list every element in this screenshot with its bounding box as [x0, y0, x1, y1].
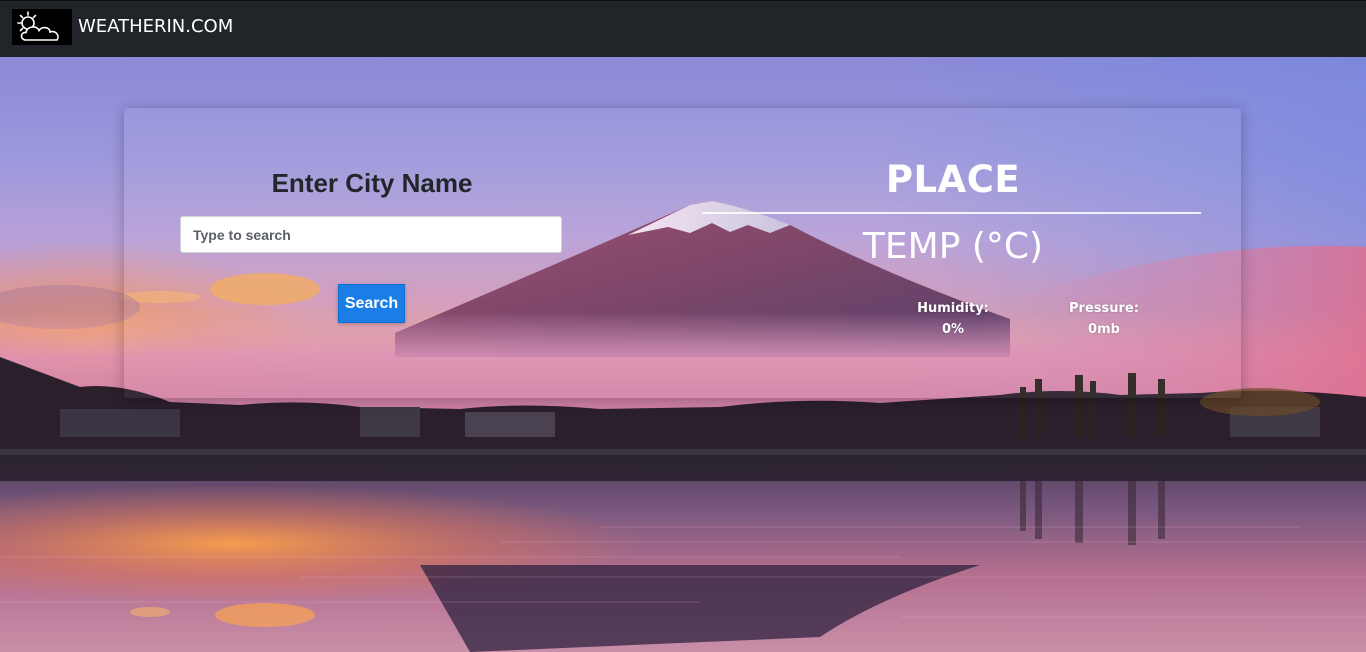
humidity-stat: Humidity: 0%	[898, 298, 1008, 340]
navbar: WEATHERIN.COM	[0, 0, 1366, 57]
weather-card: Enter City Name Search PLACE TEMP (°C) H…	[124, 108, 1241, 398]
pressure-value: 0mb	[1088, 322, 1120, 337]
search-heading: Enter City Name	[271, 168, 473, 198]
temperature-display: TEMP (°C)	[862, 226, 1044, 267]
search-button[interactable]: Search	[338, 284, 405, 323]
humidity-label: Humidity:	[917, 301, 989, 316]
pressure-stat: Pressure: 0mb	[1049, 298, 1159, 340]
humidity-value: 0%	[941, 322, 965, 337]
sun-behind-cloud-icon	[12, 9, 72, 45]
city-search-input[interactable]	[180, 216, 562, 253]
pressure-label: Pressure:	[1069, 301, 1139, 316]
brand-link[interactable]: WEATHERIN.COM	[12, 9, 233, 45]
place-divider	[702, 212, 1201, 214]
brand-title: WEATHERIN.COM	[78, 16, 234, 37]
place-title: PLACE	[885, 158, 1021, 201]
